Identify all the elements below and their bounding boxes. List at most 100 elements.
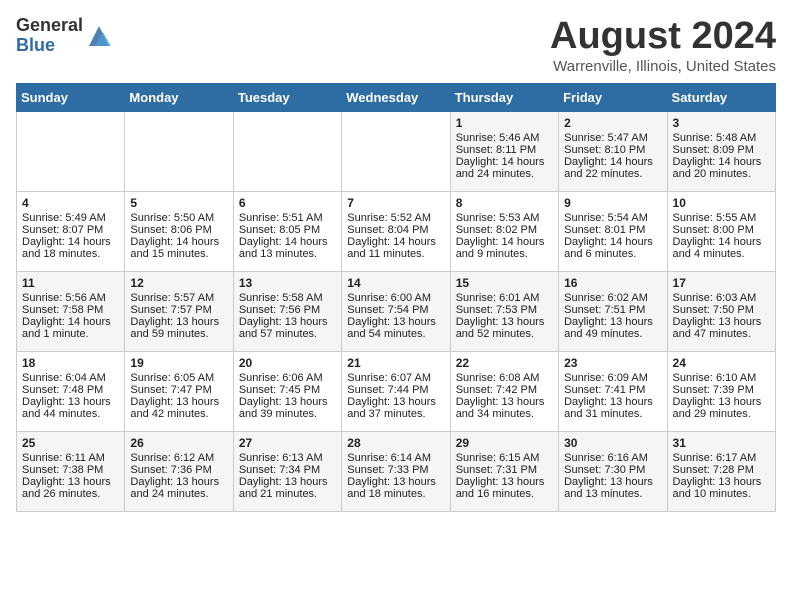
calendar-cell: 31Sunrise: 6:17 AMSunset: 7:28 PMDayligh… [667, 431, 775, 511]
calendar-cell: 15Sunrise: 6:01 AMSunset: 7:53 PMDayligh… [450, 271, 558, 351]
day-info-line: Sunrise: 5:54 AM [564, 212, 661, 224]
day-info-line: Sunset: 7:54 PM [347, 304, 444, 316]
day-info-line: and 24 minutes. [130, 488, 227, 500]
day-info-line: Daylight: 14 hours [239, 236, 336, 248]
day-info-line: Daylight: 13 hours [130, 316, 227, 328]
week-row-4: 18Sunrise: 6:04 AMSunset: 7:48 PMDayligh… [17, 351, 776, 431]
day-info-line: Sunset: 7:33 PM [347, 464, 444, 476]
day-number: 28 [347, 436, 444, 450]
header-day-thursday: Thursday [450, 83, 558, 111]
day-info-line: Sunset: 7:36 PM [130, 464, 227, 476]
day-info-line: and 10 minutes. [673, 488, 770, 500]
calendar-header-row: SundayMondayTuesdayWednesdayThursdayFrid… [17, 83, 776, 111]
day-info-line: and 31 minutes. [564, 408, 661, 420]
header-day-wednesday: Wednesday [342, 83, 450, 111]
day-info-line: and 39 minutes. [239, 408, 336, 420]
day-info-line: Daylight: 13 hours [456, 396, 553, 408]
day-info-line: Sunrise: 6:15 AM [456, 452, 553, 464]
day-info-line: Daylight: 14 hours [22, 236, 119, 248]
day-number: 22 [456, 356, 553, 370]
day-info-line: and 49 minutes. [564, 328, 661, 340]
day-info-line: and 57 minutes. [239, 328, 336, 340]
day-info-line: Daylight: 14 hours [564, 236, 661, 248]
day-info-line: Sunrise: 5:53 AM [456, 212, 553, 224]
day-info-line: Sunset: 8:00 PM [673, 224, 770, 236]
day-info-line: and 16 minutes. [456, 488, 553, 500]
day-info-line: Sunrise: 5:56 AM [22, 292, 119, 304]
day-info-line: Sunrise: 6:07 AM [347, 372, 444, 384]
day-info-line: Sunrise: 5:46 AM [456, 132, 553, 144]
calendar-cell: 17Sunrise: 6:03 AMSunset: 7:50 PMDayligh… [667, 271, 775, 351]
calendar-cell: 2Sunrise: 5:47 AMSunset: 8:10 PMDaylight… [559, 111, 667, 191]
day-number: 29 [456, 436, 553, 450]
day-number: 6 [239, 196, 336, 210]
day-info-line: Sunset: 7:47 PM [130, 384, 227, 396]
calendar-cell: 4Sunrise: 5:49 AMSunset: 8:07 PMDaylight… [17, 191, 125, 271]
day-info-line: Sunset: 7:34 PM [239, 464, 336, 476]
day-info-line: and 9 minutes. [456, 248, 553, 260]
day-info-line: Daylight: 14 hours [673, 236, 770, 248]
week-row-2: 4Sunrise: 5:49 AMSunset: 8:07 PMDaylight… [17, 191, 776, 271]
day-info-line: Daylight: 13 hours [130, 476, 227, 488]
day-number: 8 [456, 196, 553, 210]
title-block: August 2024 Warrenville, Illinois, Unite… [550, 16, 776, 75]
day-info-line: Sunset: 7:51 PM [564, 304, 661, 316]
day-info-line: Sunset: 8:10 PM [564, 144, 661, 156]
calendar-cell: 16 Sunrise: 6:02 AMSunset: 7:51 PMDayligh… [559, 271, 667, 351]
day-number: 31 [673, 436, 770, 450]
day-info-line: Sunset: 8:11 PM [456, 144, 553, 156]
day-info-line: Sunrise: 5:58 AM [239, 292, 336, 304]
day-info-line: and 20 minutes. [673, 168, 770, 180]
calendar-cell: 5Sunrise: 5:50 AMSunset: 8:06 PMDaylight… [125, 191, 233, 271]
day-info-line: Sunrise: 6:14 AM [347, 452, 444, 464]
day-info-line: and 13 minutes. [239, 248, 336, 260]
month-title: August 2024 [550, 16, 776, 58]
calendar-cell [17, 111, 125, 191]
day-info-line: Sunrise: 6:03 AM [673, 292, 770, 304]
day-info-line: Sunset: 7:28 PM [673, 464, 770, 476]
day-info-line: Sunset: 7:58 PM [22, 304, 119, 316]
day-info-line: Daylight: 13 hours [564, 316, 661, 328]
header-day-tuesday: Tuesday [233, 83, 341, 111]
day-info-line: Sunset: 8:02 PM [456, 224, 553, 236]
calendar-cell: 6Sunrise: 5:51 AMSunset: 8:05 PMDaylight… [233, 191, 341, 271]
calendar-cell: 28Sunrise: 6:14 AMSunset: 7:33 PMDayligh… [342, 431, 450, 511]
calendar-cell: 18Sunrise: 6:04 AMSunset: 7:48 PMDayligh… [17, 351, 125, 431]
day-info-line: Sunrise: 6:04 AM [22, 372, 119, 384]
day-number: 7 [347, 196, 444, 210]
day-info-line: Sunset: 7:53 PM [456, 304, 553, 316]
calendar-cell: 13Sunrise: 5:58 AMSunset: 7:56 PMDayligh… [233, 271, 341, 351]
day-info-line: Sunset: 7:42 PM [456, 384, 553, 396]
day-info-line: Sunrise: 6:02 AM [564, 292, 661, 304]
day-info-line: and 47 minutes. [673, 328, 770, 340]
day-info-line: Daylight: 13 hours [673, 476, 770, 488]
header-day-monday: Monday [125, 83, 233, 111]
calendar-cell: 8 Sunrise: 5:53 AMSunset: 8:02 PMDaylight… [450, 191, 558, 271]
day-info-line: Sunrise: 6:12 AM [130, 452, 227, 464]
day-info-line: Daylight: 14 hours [456, 236, 553, 248]
day-info-line: Daylight: 13 hours [239, 396, 336, 408]
day-number: 2 [564, 116, 661, 130]
day-info-line: Sunset: 8:05 PM [239, 224, 336, 236]
day-info-line: and 4 minutes. [673, 248, 770, 260]
day-info-line: Daylight: 14 hours [347, 236, 444, 248]
day-number: 11 [22, 276, 119, 290]
day-info-line: Sunrise: 5:52 AM [347, 212, 444, 224]
calendar-table: SundayMondayTuesdayWednesdayThursdayFrid… [16, 83, 776, 512]
calendar-cell: 1Sunrise: 5:46 AMSunset: 8:11 PMDaylight… [450, 111, 558, 191]
day-info-line: Daylight: 13 hours [673, 396, 770, 408]
day-info-line: Daylight: 13 hours [22, 396, 119, 408]
day-info-line: Daylight: 13 hours [456, 316, 553, 328]
day-info-line: Sunset: 7:30 PM [564, 464, 661, 476]
day-number: 10 [673, 196, 770, 210]
day-info-line: Sunrise: 6:11 AM [22, 452, 119, 464]
day-number: 24 [673, 356, 770, 370]
day-info-line: Sunset: 8:07 PM [22, 224, 119, 236]
calendar-cell: 10Sunrise: 5:55 AMSunset: 8:00 PMDayligh… [667, 191, 775, 271]
day-info-line: Sunrise: 5:50 AM [130, 212, 227, 224]
day-number: 16 [564, 276, 661, 290]
week-row-5: 25Sunrise: 6:11 AMSunset: 7:38 PMDayligh… [17, 431, 776, 511]
day-info-line: Daylight: 14 hours [673, 156, 770, 168]
day-info-line: and 44 minutes. [22, 408, 119, 420]
day-info-line: Daylight: 14 hours [130, 236, 227, 248]
